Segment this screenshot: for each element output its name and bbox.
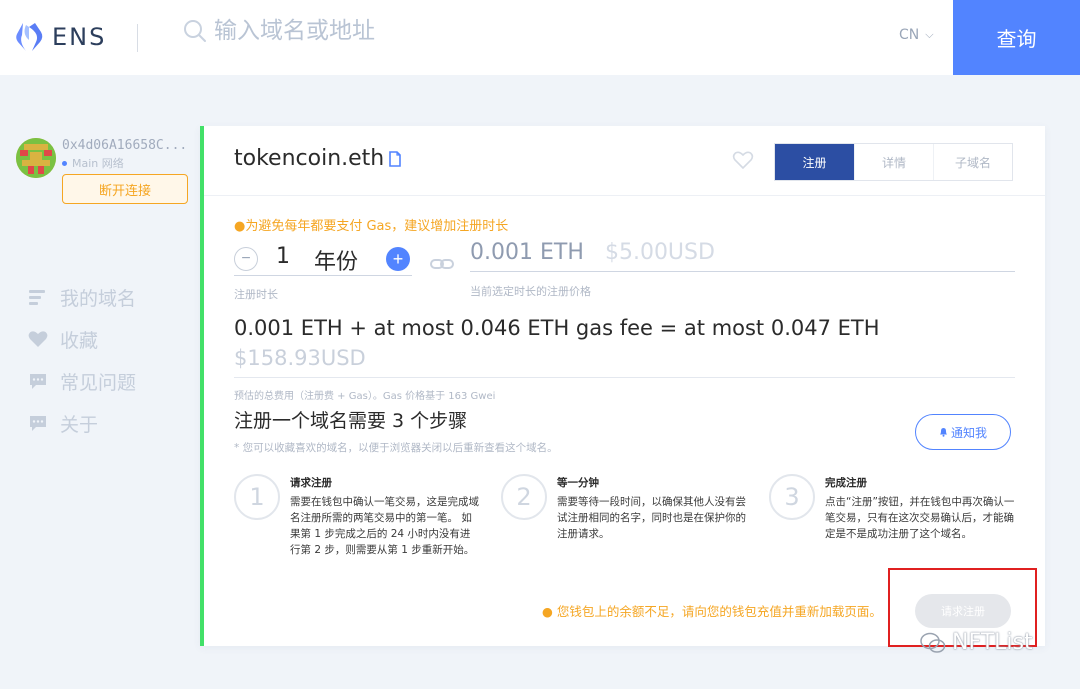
domain-name: tokencoin.eth [234,146,385,171]
watermark: NFTList [920,630,1033,655]
watermark-text: NFTList [952,630,1033,655]
domain-title: tokencoin.eth [234,146,402,171]
price-eth: 0.001 ETH [470,240,584,265]
price-usd: $5.00USD [604,240,715,265]
wechat-icon [920,632,946,653]
step-description: 点击“注册”按钮，并在钱包中再次确认一笔交易，只有在这次交易确认后，才能确定是不… [825,496,1015,540]
avatar [16,138,56,178]
price-display: 0.001 ETH $5.00USD [470,240,1015,272]
sidebar-item-label: 收藏 [60,329,99,352]
avatar-pattern-icon [16,138,56,178]
network-status: Main 网络 [62,155,124,171]
step-number: 2 [501,474,547,520]
card-header: tokencoin.eth 注册 详情 子域名 [204,126,1045,196]
gas-warning: ●为避免每年都要支付 Gas，建议增加注册时长 [234,219,509,234]
chat-icon [30,374,46,389]
chat-icon [30,416,46,431]
decrease-years-button[interactable]: − [234,247,258,271]
network-label: Main 网络 [72,157,124,170]
sidebar-item-my-domains[interactable]: 我的域名 [28,276,136,318]
sidebar-nav: 我的域名 收藏 常见问题 关于 [28,276,136,444]
top-bar: ENS CN ⌵ 查询 [0,0,1080,75]
ens-logo[interactable]: ENS [14,20,106,54]
total-cost-usd: $158.93USD [234,346,366,370]
sidebar-item-label: 我的域名 [60,287,137,310]
search-input[interactable] [214,18,734,44]
wallet-address: 0x4d06A16658C... [62,138,188,153]
logo-text: ENS [52,23,107,51]
increase-years-button[interactable]: + [386,247,410,271]
sidebar-item-faq[interactable]: 常见问题 [28,360,136,402]
step-title: 等一分钟 [557,477,599,489]
total-cost: 0.001 ETH + at most 0.046 ETH gas fee = … [234,316,880,340]
sidebar-item-label: 关于 [60,413,99,436]
copy-icon[interactable] [388,150,402,167]
sidebar-item-label: 常见问题 [60,371,137,394]
step-description: 需要在钱包中确认一笔交易，这是完成域名注册所需的两笔交易中的第一笔。 如果第 1… [290,496,479,556]
balance-warning: ● 您钱包上的余额不足，请向您的钱包充值并重新加载页面。 [542,604,882,619]
bell-icon [939,428,947,437]
header-divider [137,24,138,52]
step-number: 3 [769,474,815,520]
favorite-heart-icon[interactable] [732,150,754,170]
price-label: 当前选定时长的注册价格 [470,285,591,298]
network-dot-icon [62,160,67,166]
tab-register[interactable]: 注册 [775,144,854,180]
notify-label: 通知我 [950,425,987,440]
step-number: 1 [234,474,280,520]
steps-title: 注册一个域名需要 3 个步骤 [234,410,468,432]
step-title: 请求注册 [290,477,332,489]
steps-note: * 您可以收藏喜欢的域名，以便于浏览器关闭以后重新查看这个域名。 [234,442,558,454]
tab-details[interactable]: 详情 [854,144,933,180]
notify-me-button[interactable]: 通知我 [915,414,1011,450]
sidebar-item-about[interactable]: 关于 [28,402,136,444]
language-select[interactable]: CN ⌵ [899,27,934,43]
ens-logo-icon [16,23,43,51]
disconnect-button[interactable]: 断开连接 [62,174,188,204]
chevron-down-icon: ⌵ [925,28,934,41]
years-value: 1 [276,244,290,269]
search-bar [182,18,734,44]
card-tabs: 注册 详情 子域名 [774,143,1013,181]
years-unit: 年份 [314,250,359,275]
years-stepper: − 1 年份 + [234,240,412,276]
step-description: 需要等待一段时间，以确保其他人没有尝试注册相同的名字，同时也是在保护你的注册请求… [557,496,746,540]
language-label: CN [899,27,920,43]
search-icon [184,20,206,42]
heart-icon [28,331,48,347]
step-title: 完成注册 [825,477,867,489]
list-icon [29,290,45,305]
total-cost-label: 预估的总费用（注册费 + Gas）。Gas 价格基于 163 Gwei [234,391,496,402]
sidebar-item-favorites[interactable]: 收藏 [28,318,136,360]
tab-subdomains[interactable]: 子域名 [933,144,1012,180]
years-label: 注册时长 [234,288,278,301]
link-icon [430,259,454,269]
divider [234,377,1015,378]
query-button[interactable]: 查询 [953,0,1080,75]
